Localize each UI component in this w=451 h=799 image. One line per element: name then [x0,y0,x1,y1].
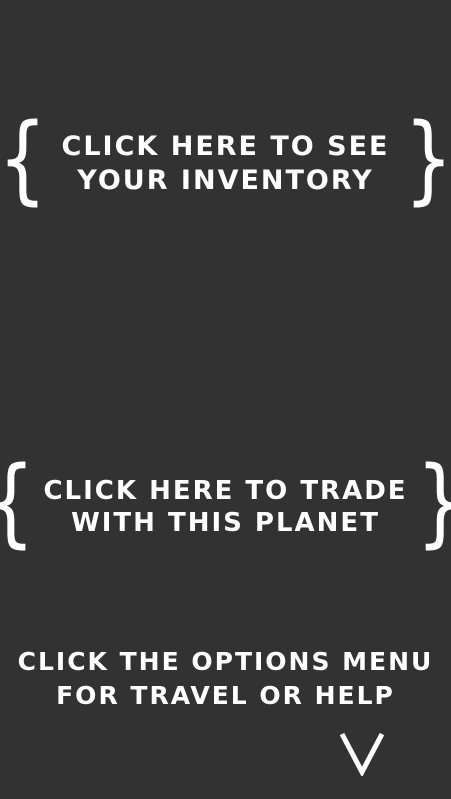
trade-hint[interactable]: { CLICK HERE TO TRADE WITH THIS PLANET } [0,454,451,560]
options-hint-line-1: CLICK THE OPTIONS MENU [17,647,434,676]
trade-hint-line-1: CLICK HERE TO TRADE [43,475,408,506]
inventory-hint-text: CLICK HERE TO SEE YOUR INVENTORY [54,130,398,198]
options-hint: CLICK THE OPTIONS MENU FOR TRAVEL OR HEL… [0,645,451,713]
options-hint-line-2: FOR TRAVEL OR HELP [56,680,395,710]
chevron-down-icon [339,732,385,776]
right-brace: } [416,454,451,550]
left-brace: { [0,454,35,550]
right-brace: } [403,103,451,215]
trade-hint-text: CLICK HERE TO TRADE WITH THIS PLANET [41,475,409,540]
inventory-hint-line-2: YOUR INVENTORY [77,165,374,196]
left-brace: { [0,103,48,215]
trade-hint-line-2: WITH THIS PLANET [71,508,380,538]
inventory-hint-line-1: CLICK HERE TO SEE [61,131,390,163]
inventory-hint[interactable]: { CLICK HERE TO SEE YOUR INVENTORY } [0,111,451,216]
